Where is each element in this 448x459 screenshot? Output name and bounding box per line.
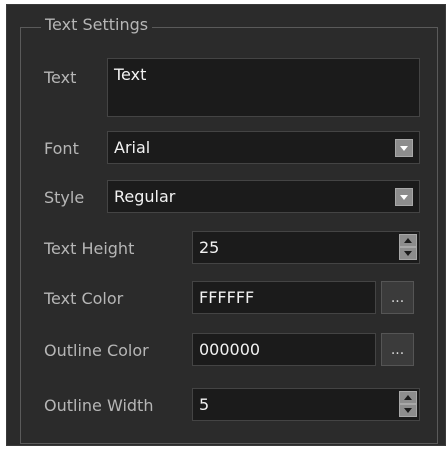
outline-width-spinbox[interactable]: 5 <box>192 388 420 421</box>
outline-color-label: Outline Color <box>44 341 149 360</box>
style-select-value: Regular <box>114 187 176 206</box>
outline-width-label: Outline Width <box>44 396 154 415</box>
style-label: Style <box>44 188 85 207</box>
text-height-spinbox[interactable]: 25 <box>192 231 420 264</box>
outline-color-picker-button[interactable]: ... <box>381 333 414 366</box>
font-select-value: Arial <box>114 138 151 157</box>
text-color-input[interactable]: FFFFFF <box>192 281 376 314</box>
chevron-up-icon <box>404 395 412 400</box>
style-dropdown-button[interactable] <box>395 188 413 206</box>
chevron-down-icon <box>404 251 412 256</box>
text-label: Text <box>44 68 77 87</box>
outline-width-spin-buttons <box>399 391 417 417</box>
text-height-spin-buttons <box>399 234 417 260</box>
text-settings-panel: Text Settings Text Text Font Arial Style… <box>6 4 446 446</box>
font-select[interactable]: Arial <box>107 131 420 164</box>
outline-width-decrement-button[interactable] <box>399 404 417 417</box>
outline-width-increment-button[interactable] <box>399 391 417 404</box>
text-color-label: Text Color <box>44 289 124 308</box>
chevron-down-icon <box>400 146 408 151</box>
text-height-increment-button[interactable] <box>399 234 417 247</box>
text-height-label: Text Height <box>44 239 135 258</box>
text-height-decrement-button[interactable] <box>399 247 417 260</box>
group-title: Text Settings <box>41 14 153 36</box>
font-dropdown-button[interactable] <box>395 139 413 157</box>
text-color-picker-button[interactable]: ... <box>381 281 414 314</box>
style-select[interactable]: Regular <box>107 180 420 213</box>
chevron-down-icon <box>404 408 412 413</box>
outline-width-value: 5 <box>199 395 210 414</box>
chevron-down-icon <box>400 195 408 200</box>
font-label: Font <box>44 139 79 158</box>
chevron-up-icon <box>404 238 412 243</box>
text-input[interactable]: Text <box>107 58 420 117</box>
outline-color-input[interactable]: 000000 <box>192 333 376 366</box>
text-height-value: 25 <box>199 238 220 257</box>
